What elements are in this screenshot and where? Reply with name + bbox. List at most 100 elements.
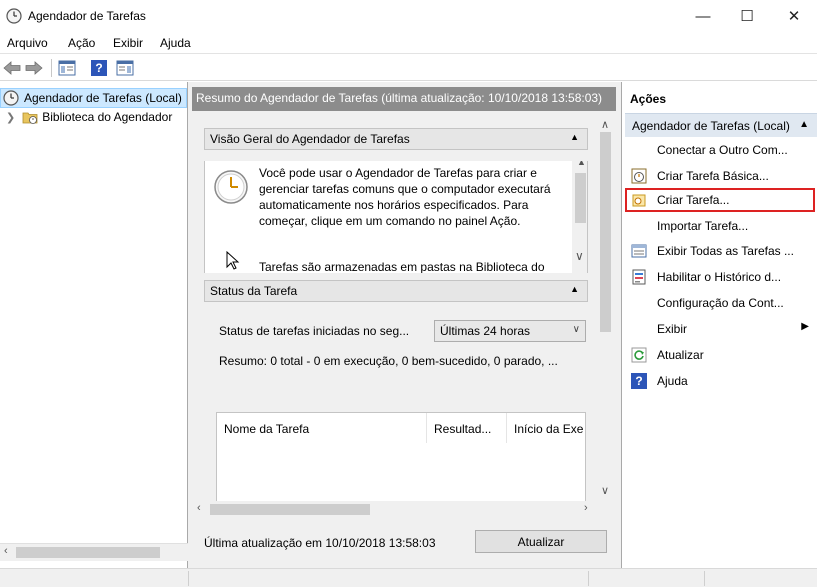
action-label: Exibir Todas as Tarefas ... <box>657 244 794 258</box>
clock-app-icon <box>6 8 22 24</box>
console-tree: Agendador de Tarefas (Local) ❯ Bibliotec… <box>0 82 188 568</box>
column-header-result[interactable]: Resultad... <box>427 413 507 443</box>
scrollbar-thumb[interactable] <box>210 504 370 515</box>
show-action-pane-button[interactable] <box>114 58 136 78</box>
action-label: Importar Tarefa... <box>657 219 749 233</box>
menu-arquivo[interactable]: Arquivo <box>7 36 48 50</box>
summary-horizontal-scrollbar[interactable]: ‹ › <box>192 501 597 518</box>
status-section-header[interactable]: Status da Tarefa ▲ <box>204 280 588 302</box>
chevron-down-icon: ∨ <box>572 324 580 335</box>
show-console-tree-icon <box>58 60 76 76</box>
summary-vertical-scrollbar[interactable]: ∧ ∨ <box>597 112 614 502</box>
column-header-start[interactable]: Início da Exe <box>507 413 585 443</box>
overview-section-header[interactable]: Visão Geral do Agendador de Tarefas ▲ <box>204 128 588 150</box>
folder-clock-icon <box>22 112 38 124</box>
help-icon: ? <box>631 373 647 389</box>
maximize-button[interactable]: ☐ <box>724 0 770 32</box>
column-header-task-name[interactable]: Nome da Tarefa <box>217 413 427 443</box>
show-console-tree-button[interactable] <box>56 58 78 78</box>
refresh-button[interactable]: Atualizar <box>475 530 607 553</box>
overview-content: Você pode usar o Agendador de Tarefas pa… <box>204 161 588 273</box>
title-bar: Agendador de Tarefas — ☐ ✕ <box>0 0 817 32</box>
maximize-icon: ☐ <box>740 8 754 25</box>
status-filter-value: Últimas 24 horas <box>440 324 531 338</box>
action-label: Atualizar <box>657 348 704 362</box>
submenu-arrow-icon: ▶ <box>801 321 809 332</box>
chevron-right-icon[interactable]: ❯ <box>6 111 15 124</box>
actions-pane: Ações Agendador de Tarefas (Local) ▲ Con… <box>623 82 817 568</box>
create-task-icon <box>632 194 646 207</box>
help-toolbar-button[interactable]: ? <box>89 58 109 78</box>
close-button[interactable]: ✕ <box>771 0 817 32</box>
collapse-icon[interactable]: ▲ <box>570 284 579 294</box>
menu-exibir[interactable]: Exibir <box>113 36 143 50</box>
clock-large-icon <box>214 170 248 204</box>
scroll-left-icon[interactable]: ‹ <box>197 502 201 514</box>
tree-item-library[interactable]: ❯ Biblioteca do Agendador <box>0 107 172 127</box>
scroll-right-icon[interactable]: › <box>584 502 588 514</box>
action-account-config[interactable]: Configuração da Cont... <box>625 291 815 315</box>
back-arrow-icon <box>3 61 21 75</box>
scroll-down-icon[interactable]: ∨ <box>601 484 609 497</box>
menu-ajuda[interactable]: Ajuda <box>160 36 191 50</box>
pane-splitter[interactable] <box>616 82 622 568</box>
tree-item-scheduler-local[interactable]: Agendador de Tarefas (Local) <box>0 88 187 108</box>
action-label: Criar Tarefa... <box>657 193 730 207</box>
menu-bar: Arquivo Ação Exibir Ajuda <box>0 32 817 54</box>
refresh-icon <box>631 347 647 363</box>
overview-text: Você pode usar o Agendador de Tarefas pa… <box>259 166 551 228</box>
action-label: Configuração da Cont... <box>657 296 784 310</box>
action-import-task[interactable]: Importar Tarefa... <box>625 214 815 238</box>
collapse-icon[interactable]: ▲ <box>570 132 579 142</box>
help-icon: ? <box>91 60 107 76</box>
task-status-table[interactable]: Nome da Tarefa Resultad... Início da Exe <box>216 412 586 502</box>
clock-icon <box>3 90 19 106</box>
summary-header: Resumo do Agendador de Tarefas (última a… <box>192 87 616 111</box>
scrollbar-thumb[interactable] <box>16 547 160 558</box>
status-bar-divider <box>188 571 189 586</box>
window-title: Agendador de Tarefas <box>28 9 146 23</box>
status-filter-select[interactable]: Últimas 24 horas ∨ <box>434 320 586 342</box>
actions-title: Ações <box>630 92 667 106</box>
basic-task-icon <box>631 168 647 184</box>
toolbar: ? <box>0 55 817 81</box>
collapse-icon[interactable]: ▲ <box>799 119 809 130</box>
tree-item-label: Biblioteca do Agendador <box>42 110 173 124</box>
scroll-down-icon[interactable]: ∨ <box>575 249 584 263</box>
action-create-task[interactable]: Criar Tarefa... <box>625 188 815 212</box>
history-icon <box>632 269 646 285</box>
action-create-basic-task[interactable]: Criar Tarefa Básica... <box>625 164 815 188</box>
scrollbar-thumb[interactable] <box>575 173 586 223</box>
scrollbar-thumb[interactable] <box>600 132 611 332</box>
status-filter-label: Status de tarefas iniciadas no seg... <box>219 324 410 338</box>
action-help[interactable]: ? Ajuda <box>625 369 815 393</box>
last-update-text: Última atualização em 10/10/2018 13:58:0… <box>204 536 436 550</box>
status-bar-divider <box>704 571 705 586</box>
back-button[interactable] <box>2 58 22 78</box>
view-tasks-icon <box>631 244 647 258</box>
action-label: Conectar a Outro Com... <box>657 143 788 157</box>
action-refresh[interactable]: Atualizar <box>625 343 815 367</box>
overview-scrollbar[interactable]: ▲ ∨ <box>572 161 587 273</box>
toolbar-separator <box>51 59 52 77</box>
minimize-button[interactable]: — <box>680 0 726 32</box>
status-bar <box>0 568 817 587</box>
action-enable-history[interactable]: Habilitar o Histórico d... <box>625 265 815 289</box>
actions-group-header[interactable]: Agendador de Tarefas (Local) ▲ <box>625 113 817 137</box>
forward-button[interactable] <box>24 58 44 78</box>
table-hscroll-area <box>217 483 393 501</box>
action-view-all-tasks[interactable]: Exibir Todas as Tarefas ... <box>625 239 815 263</box>
scroll-up-icon[interactable]: ▲ <box>577 161 586 167</box>
action-view-menu[interactable]: Exibir ▶ <box>625 317 815 341</box>
overview-text-more: Tarefas são armazenadas em pastas na Bib… <box>259 260 545 273</box>
tree-horizontal-scrollbar[interactable]: ‹ <box>0 543 188 561</box>
action-label: Habilitar o Histórico d... <box>657 270 782 284</box>
status-bar-divider <box>588 571 589 586</box>
scroll-up-icon[interactable]: ∧ <box>601 118 609 131</box>
menu-acao[interactable]: Ação <box>68 36 95 50</box>
mouse-cursor-icon <box>226 251 240 270</box>
action-connect-other[interactable]: Conectar a Outro Com... <box>625 138 815 162</box>
status-summary: Resumo: 0 total - 0 em execução, 0 bem-s… <box>219 354 558 368</box>
action-label: Exibir <box>657 322 688 336</box>
scroll-left-icon[interactable]: ‹ <box>4 545 8 557</box>
